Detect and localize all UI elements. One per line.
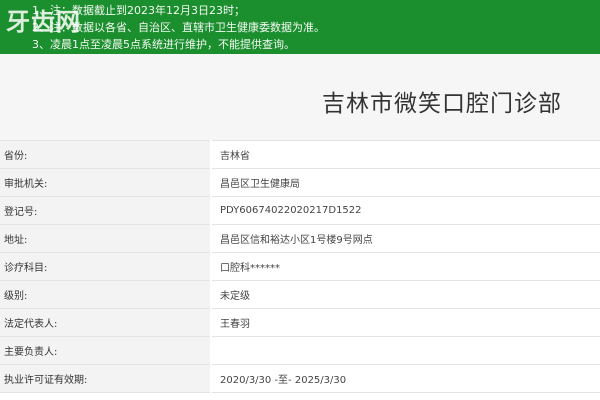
table-row: 法定代表人: 王春羽 <box>0 308 600 337</box>
field-value-departments: 口腔科****** <box>211 252 600 281</box>
table-row: 执业许可证有效期: 2020/3/30 -至- 2025/3/30 <box>0 364 600 393</box>
table-row: 省份: 吉林省 <box>0 140 600 169</box>
field-label-departments: 诊疗科目: <box>0 252 212 281</box>
clinic-info-table: 省份: 吉林省 审批机关: 昌邑区卫生健康局 登记号: PDY606740220… <box>0 140 600 393</box>
notice-item: 1、注：数据截止到2023年12月3日23时； <box>32 4 245 17</box>
table-row: 登记号: PDY60674022020217D1522 <box>0 196 600 225</box>
notice-banner: 牙齿网 1、注：数据截止到2023年12月3日23时； 2、注：数据以各省、自治… <box>0 0 600 54</box>
table-row: 诊疗科目: 口腔科****** <box>0 252 600 281</box>
field-label-approval-authority: 审批机关: <box>0 168 212 197</box>
field-label-address: 地址: <box>0 224 212 253</box>
field-label-principal: 主要负责人: <box>0 336 212 365</box>
field-label-license-validity: 执业许可证有效期: <box>0 364 212 393</box>
table-row: 级别: 未定级 <box>0 280 600 309</box>
field-value-principal <box>211 336 600 365</box>
field-value-province: 吉林省 <box>211 140 600 169</box>
field-label-registration-no: 登记号: <box>0 196 212 225</box>
table-row: 审批机关: 昌邑区卫生健康局 <box>0 168 600 197</box>
notice-item: 2、注：数据以各省、自治区、直辖市卫生健康委数据为准。 <box>32 21 325 34</box>
field-label-level: 级别: <box>0 280 212 309</box>
table-row: 主要负责人: <box>0 336 600 365</box>
page-title: 吉林市微笑口腔门诊部 <box>322 91 562 117</box>
field-value-license-validity: 2020/3/30 -至- 2025/3/30 <box>211 364 600 393</box>
table-row: 地址: 昌邑区信和裕达小区1号楼9号网点 <box>0 224 600 253</box>
notice-item: 3、凌晨1点至凌晨5点系统进行维护，不能提供查询。 <box>32 38 295 51</box>
field-value-address: 昌邑区信和裕达小区1号楼9号网点 <box>211 224 600 253</box>
notice-list: 1、注：数据截止到2023年12月3日23时； 2、注：数据以各省、自治区、直辖… <box>32 2 325 53</box>
field-value-approval-authority: 昌邑区卫生健康局 <box>211 168 600 197</box>
field-label-legal-rep: 法定代表人: <box>0 308 212 337</box>
field-value-legal-rep: 王春羽 <box>211 308 600 337</box>
title-area: 吉林市微笑口腔门诊部 <box>0 54 600 140</box>
field-label-province: 省份: <box>0 140 212 169</box>
field-value-registration-no: PDY60674022020217D1522 <box>211 196 600 225</box>
field-value-level: 未定级 <box>211 280 600 309</box>
